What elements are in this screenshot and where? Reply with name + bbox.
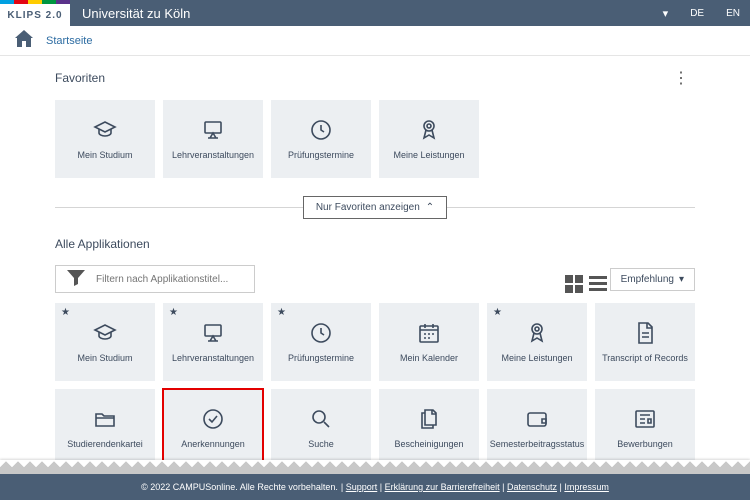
- breadcrumb-home-link[interactable]: Startseite: [46, 35, 92, 47]
- logo[interactable]: KLIPS 2.0: [0, 0, 70, 26]
- user-menu-caret-icon[interactable]: ▾: [653, 1, 679, 26]
- footer-link-support[interactable]: Support: [346, 482, 378, 492]
- filter-input-wrapper[interactable]: [55, 265, 255, 293]
- filter-input[interactable]: [96, 274, 246, 285]
- card-label: Anerkennungen: [178, 439, 248, 449]
- copies-icon: [417, 407, 441, 431]
- all-apps-title: Alle Applikationen: [55, 237, 695, 251]
- wallet-icon: [525, 407, 549, 431]
- clock-icon: [309, 118, 333, 142]
- folder-icon: [93, 407, 117, 431]
- card-meine-leistungen[interactable]: Meine Leistungen: [379, 100, 479, 178]
- logo-text: KLIPS 2.0: [0, 4, 70, 26]
- news-icon: [633, 407, 657, 431]
- card-pr-fungstermine[interactable]: Prüfungstermine: [271, 100, 371, 178]
- card-label: Lehrveranstaltungen: [169, 353, 257, 363]
- favorite-star-icon: ★: [277, 307, 286, 318]
- card-anerkennungen[interactable]: Anerkennungen: [163, 389, 263, 467]
- board-icon: [201, 118, 225, 142]
- card-label: Studierendenkartei: [64, 439, 146, 449]
- card-label: Suche: [305, 439, 337, 449]
- favorite-star-icon: ★: [493, 307, 502, 318]
- check-icon: [201, 407, 225, 431]
- footer: © 2022 CAMPUSonline. Alle Rechte vorbeha…: [0, 474, 750, 500]
- toggle-favorites-label: Nur Favoriten anzeigen: [316, 202, 420, 213]
- favorites-more-icon[interactable]: ⋮: [667, 66, 695, 90]
- card-meine-leistungen[interactable]: ★ Meine Leistungen: [487, 303, 587, 381]
- card-label: Prüfungstermine: [285, 150, 357, 160]
- document-icon: [633, 321, 657, 345]
- toggle-favorites-button[interactable]: Nur Favoriten anzeigen ⌃: [303, 196, 447, 219]
- sort-button[interactable]: Empfehlung ▾: [610, 268, 695, 291]
- card-label: Mein Studium: [74, 150, 135, 160]
- footer-link-datenschutz[interactable]: Datenschutz: [507, 482, 557, 492]
- card-studierendenkartei[interactable]: Studierendenkartei: [55, 389, 155, 467]
- grid-view-icon[interactable]: [562, 272, 576, 286]
- calendar-icon: [417, 321, 441, 345]
- chevron-up-icon: ⌃: [426, 202, 434, 213]
- torn-edge-decoration: [0, 460, 750, 474]
- card-label: Mein Kalender: [397, 353, 461, 363]
- divider: [447, 207, 695, 208]
- card-label: Prüfungstermine: [285, 353, 357, 363]
- card-transcript-of-records[interactable]: Transcript of Records: [595, 303, 695, 381]
- lang-de-button[interactable]: DE: [680, 2, 714, 25]
- medal-icon: [525, 321, 549, 345]
- card-pr-fungstermine[interactable]: ★ Prüfungstermine: [271, 303, 371, 381]
- card-semesterbeitragsstatus[interactable]: Semesterbeitragsstatus: [487, 389, 587, 467]
- card-lehrveranstaltungen[interactable]: Lehrveranstaltungen: [163, 100, 263, 178]
- card-lehrveranstaltungen[interactable]: ★ Lehrveranstaltungen: [163, 303, 263, 381]
- card-suche[interactable]: Suche: [271, 389, 371, 467]
- card-mein-kalender[interactable]: Mein Kalender: [379, 303, 479, 381]
- card-label: Meine Leistungen: [390, 150, 467, 160]
- card-mein-studium[interactable]: ★ Mein Studium: [55, 303, 155, 381]
- card-bewerbungen[interactable]: Bewerbungen: [595, 389, 695, 467]
- card-label: Semesterbeitragsstatus: [487, 439, 588, 449]
- board-icon: [201, 321, 225, 345]
- card-label: Mein Studium: [74, 353, 135, 363]
- card-label: Bescheinigungen: [391, 439, 466, 449]
- footer-link-impressum[interactable]: Impressum: [564, 482, 609, 492]
- search-icon: [309, 407, 333, 431]
- graduation-icon: [93, 118, 117, 142]
- app-header: KLIPS 2.0 Universität zu Köln ▾ DE EN: [0, 0, 750, 26]
- medal-icon: [417, 118, 441, 142]
- home-icon[interactable]: [12, 27, 36, 54]
- university-name: Universität zu Köln: [82, 6, 653, 21]
- graduation-icon: [93, 321, 117, 345]
- favorite-star-icon: ★: [61, 307, 70, 318]
- favorite-star-icon: ★: [169, 307, 178, 318]
- favorites-title: Favoriten: [55, 71, 105, 85]
- list-view-icon[interactable]: [586, 272, 600, 286]
- card-label: Lehrveranstaltungen: [169, 150, 257, 160]
- chevron-down-icon: ▾: [679, 274, 684, 285]
- card-label: Bewerbungen: [614, 439, 676, 449]
- clock-icon: [309, 321, 333, 345]
- card-label: Transcript of Records: [599, 353, 691, 363]
- footer-link-erkl-rung-zur-barrierefreiheit[interactable]: Erklärung zur Barrierefreiheit: [385, 482, 500, 492]
- breadcrumb: Startseite: [0, 26, 750, 56]
- lang-en-button[interactable]: EN: [716, 2, 750, 25]
- divider: [55, 207, 303, 208]
- card-mein-studium[interactable]: Mein Studium: [55, 100, 155, 178]
- filter-icon: [64, 266, 88, 293]
- footer-copyright: © 2022 CAMPUSonline. Alle Rechte vorbeha…: [141, 482, 338, 492]
- sort-label: Empfehlung: [621, 274, 674, 285]
- card-label: Meine Leistungen: [498, 353, 575, 363]
- card-bescheinigungen[interactable]: Bescheinigungen: [379, 389, 479, 467]
